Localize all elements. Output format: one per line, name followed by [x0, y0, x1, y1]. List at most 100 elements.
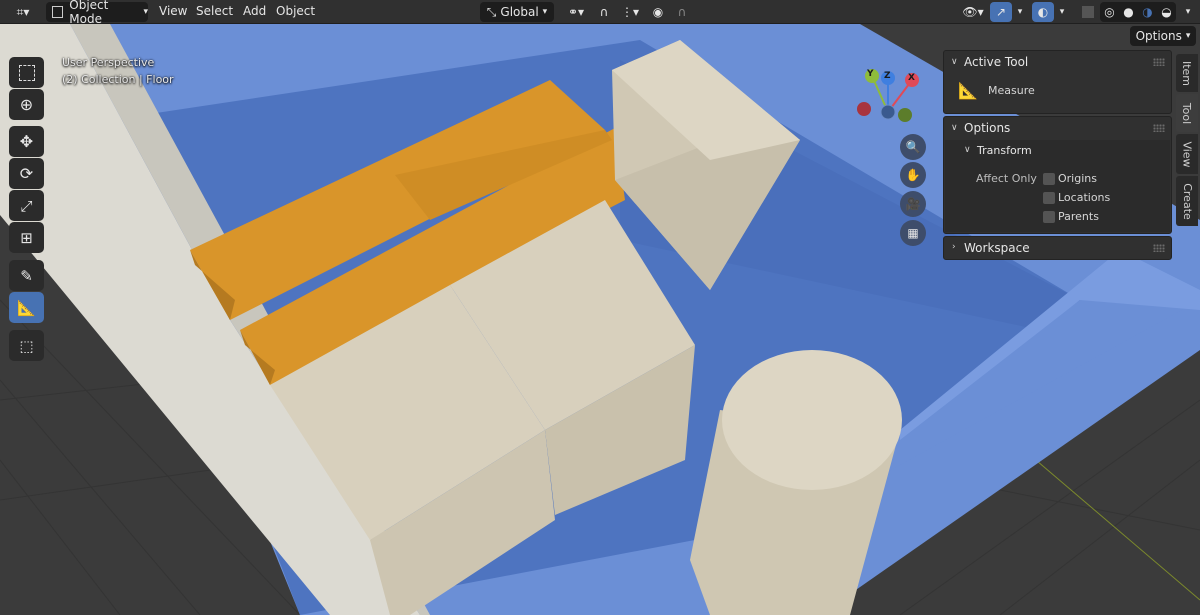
- collection-label: (2) Collection | Floor: [62, 73, 174, 86]
- chevron-down-icon: ▾: [143, 7, 148, 17]
- snap-icon: ⋮▾: [620, 5, 640, 19]
- drag-handle-icon[interactable]: [1153, 58, 1165, 66]
- pivot-point-button[interactable]: ⚭▾: [562, 2, 590, 22]
- options-dropdown[interactable]: Options ▾: [1130, 26, 1196, 46]
- workspace-panel: › Workspace: [943, 236, 1172, 260]
- chevron-down-icon[interactable]: ∨: [951, 123, 958, 133]
- options-title[interactable]: Options: [964, 121, 1010, 135]
- active-tool-panel: ∨ Active Tool 📐 Measure: [943, 50, 1172, 114]
- perspective-label: User Perspective: [62, 56, 155, 69]
- scale-icon: ⤢: [20, 196, 33, 215]
- transform-title[interactable]: Transform: [977, 144, 1032, 157]
- snap-options[interactable]: ⋮▾: [616, 2, 644, 22]
- add-cube-tool[interactable]: ⬚: [9, 330, 44, 361]
- gizmo-z-label: Z: [884, 71, 891, 81]
- grid-icon: ▦: [907, 226, 919, 240]
- overlays-dropdown[interactable]: ▾: [1054, 2, 1070, 22]
- overlays-toggle[interactable]: ◐: [1032, 2, 1054, 22]
- solid-shading-icon[interactable]: ●: [1123, 5, 1133, 19]
- menu-object[interactable]: Object: [276, 4, 315, 18]
- gizmo-dropdown[interactable]: ▾: [1012, 2, 1028, 22]
- rotate-tool[interactable]: ⟳: [9, 158, 44, 189]
- transform-subpanel: ∨ Transform Affect Only Origins Location…: [945, 140, 1170, 232]
- chevron-down-icon: ▾: [1185, 7, 1191, 17]
- tab-create[interactable]: Create: [1176, 176, 1198, 226]
- move-tool[interactable]: ✥: [9, 126, 44, 157]
- move-icon: ✥: [19, 132, 34, 151]
- xray-toggle[interactable]: [1078, 2, 1098, 22]
- scale-tool[interactable]: ⤢: [9, 190, 44, 221]
- wireframe-shading-icon[interactable]: ◎: [1104, 5, 1114, 19]
- hand-icon: ✋: [905, 168, 921, 182]
- ortho-toggle-button[interactable]: ▦: [900, 220, 926, 246]
- transform-tool[interactable]: ⊞: [9, 222, 44, 253]
- menu-select[interactable]: Select: [196, 4, 233, 18]
- rotate-icon: ⟳: [19, 164, 34, 183]
- magnet-icon: ∩: [599, 5, 609, 19]
- pencil-icon: ✎: [20, 266, 33, 285]
- gizmo-toggle[interactable]: ↗: [990, 2, 1012, 22]
- editor-type-icon: ⌗▾: [16, 4, 30, 19]
- tab-tool[interactable]: Tool: [1176, 94, 1198, 132]
- snap-toggle[interactable]: ∩: [594, 2, 614, 22]
- rendered-shading-icon[interactable]: ◒: [1161, 5, 1171, 19]
- annotate-tool[interactable]: ✎: [9, 260, 44, 291]
- falloff-button[interactable]: ∩: [670, 2, 694, 22]
- chevron-down-icon[interactable]: ∨: [964, 145, 971, 155]
- select-box-tool[interactable]: [9, 57, 44, 88]
- active-tool-title[interactable]: Active Tool: [964, 55, 1028, 69]
- gizmo-y-label: Y: [867, 69, 874, 79]
- tab-item-label: Item: [1180, 60, 1194, 86]
- options-panel: ∨ Options ∨ Transform Affect Only Origin…: [943, 116, 1172, 234]
- select-box-icon: [18, 64, 35, 81]
- material-shading-icon[interactable]: ◑: [1142, 5, 1152, 19]
- proportional-icon: ◉: [652, 5, 664, 19]
- proportional-editing-toggle[interactable]: ◉: [648, 2, 668, 22]
- chevron-right-icon[interactable]: ›: [952, 242, 956, 252]
- origins-label: Origins: [1058, 172, 1097, 185]
- measure-tool[interactable]: 📐: [9, 292, 44, 323]
- drag-handle-icon[interactable]: [1153, 124, 1165, 132]
- tab-item[interactable]: Item: [1176, 54, 1198, 92]
- menu-add[interactable]: Add: [243, 4, 266, 18]
- zoom-button[interactable]: 🔍: [900, 134, 926, 160]
- parents-label: Parents: [1058, 210, 1099, 223]
- chevron-down-icon: ▾: [1059, 7, 1065, 17]
- cursor-tool[interactable]: ⊕: [9, 89, 44, 120]
- object-mode-icon: [52, 6, 64, 18]
- chevron-down-icon: ▾: [1185, 31, 1191, 41]
- shading-dropdown[interactable]: ▾: [1180, 2, 1196, 22]
- pan-button[interactable]: ✋: [900, 162, 926, 188]
- tab-create-label: Create: [1180, 182, 1194, 220]
- overlays-icon: ◐: [1037, 5, 1049, 19]
- tab-view[interactable]: View: [1176, 134, 1198, 174]
- origins-checkbox[interactable]: [1043, 173, 1055, 185]
- zoom-icon: 🔍: [905, 140, 921, 154]
- pivot-icon: ⚭▾: [567, 5, 585, 19]
- affect-only-label: Affect Only: [976, 172, 1037, 185]
- parents-checkbox[interactable]: [1043, 211, 1055, 223]
- eye-icon: 👁▾: [962, 5, 984, 19]
- falloff-curve-icon: ∩: [677, 5, 687, 19]
- menu-view[interactable]: View: [159, 4, 187, 18]
- chevron-down-icon[interactable]: ∨: [951, 57, 958, 67]
- tab-view-label: View: [1180, 140, 1194, 168]
- transform-icon: ⊞: [20, 228, 33, 247]
- visibility-dropdown[interactable]: 👁▾: [958, 2, 988, 22]
- gizmo-x-label: X: [908, 73, 915, 83]
- camera-icon: 🎥: [905, 197, 921, 211]
- mode-dropdown[interactable]: Object Mode ▾: [46, 0, 148, 26]
- xray-icon: [1082, 6, 1094, 18]
- crosshair-icon: ⊕: [19, 95, 34, 114]
- orientation-icon: ⤡: [486, 4, 497, 19]
- tab-tool-label: Tool: [1180, 102, 1194, 124]
- shading-buttons: ◎ ● ◑ ◒: [1100, 2, 1176, 22]
- drag-handle-icon[interactable]: [1153, 244, 1165, 252]
- locations-checkbox[interactable]: [1043, 192, 1055, 204]
- editor-type-button[interactable]: ⌗▾: [6, 2, 40, 22]
- options-label: Options: [1135, 29, 1182, 43]
- camera-view-button[interactable]: 🎥: [900, 191, 926, 217]
- orientation-label: Global: [500, 5, 539, 19]
- orientation-dropdown[interactable]: ⤡ Global ▾: [480, 2, 554, 22]
- workspace-title[interactable]: Workspace: [964, 241, 1030, 255]
